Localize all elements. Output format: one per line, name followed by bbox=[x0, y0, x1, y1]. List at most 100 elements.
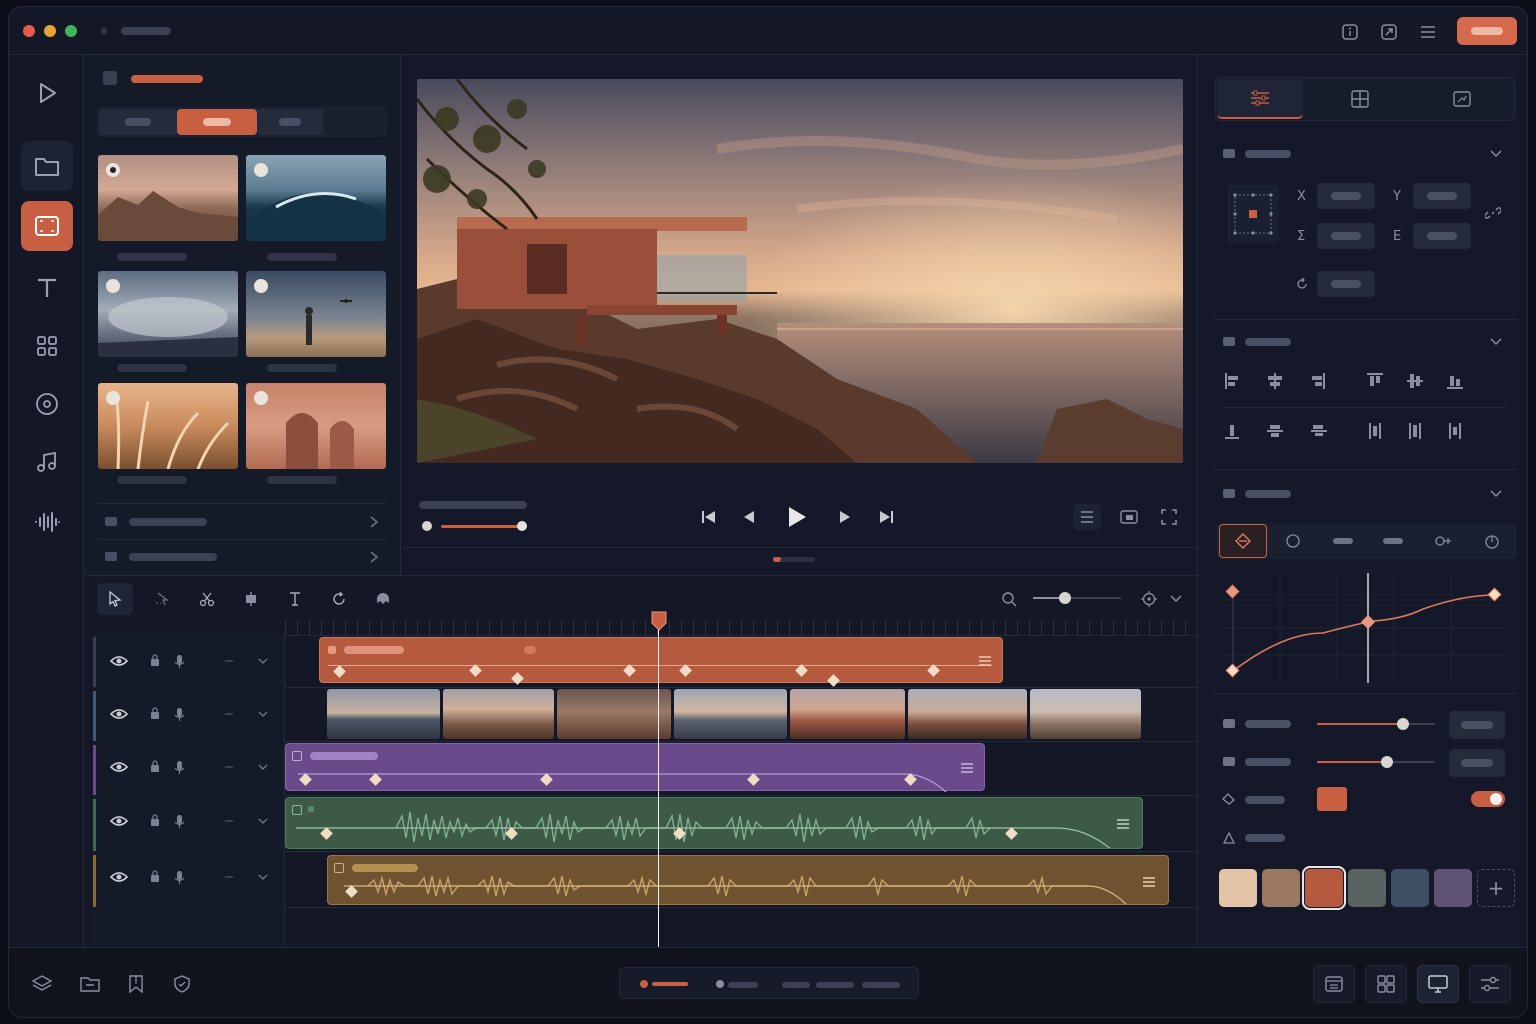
media-frame-icon[interactable] bbox=[21, 201, 73, 251]
waveform-icon[interactable] bbox=[21, 497, 73, 547]
thumb-coastal-rocks[interactable] bbox=[98, 155, 238, 241]
select-tool-icon[interactable] bbox=[97, 583, 133, 615]
info-icon[interactable] bbox=[1339, 21, 1361, 43]
clip-audio-b[interactable] bbox=[327, 855, 1169, 905]
thumb-select-radio[interactable] bbox=[254, 279, 268, 293]
tab-adjust-icon[interactable] bbox=[1217, 79, 1303, 119]
fill-toggle[interactable] bbox=[1471, 791, 1505, 807]
track-header-controls[interactable] bbox=[109, 653, 285, 893]
thumb-select-radio[interactable] bbox=[254, 391, 268, 405]
color-swatch-lavender[interactable] bbox=[1434, 869, 1472, 907]
snap-icon[interactable] bbox=[1135, 585, 1163, 613]
position-y-field[interactable] bbox=[1413, 183, 1471, 209]
export-icon[interactable] bbox=[1378, 21, 1400, 43]
add-swatch-button[interactable]: + bbox=[1477, 869, 1515, 907]
monitor-icon[interactable] bbox=[1417, 965, 1459, 1003]
color-swatch-slate[interactable] bbox=[1391, 869, 1429, 907]
export-button[interactable] bbox=[1457, 17, 1517, 45]
skip-start-icon[interactable] bbox=[697, 505, 721, 529]
volume-slider-handle[interactable] bbox=[517, 521, 527, 531]
thumb-select-radio[interactable] bbox=[106, 391, 120, 405]
music-icon[interactable] bbox=[21, 437, 73, 487]
media-folder-row[interactable] bbox=[97, 507, 387, 537]
clip-overlay[interactable] bbox=[285, 743, 985, 792]
thumb-arch-corridor[interactable] bbox=[246, 383, 386, 469]
step-forward-icon[interactable] bbox=[833, 505, 857, 529]
position-x-field[interactable] bbox=[1317, 183, 1375, 209]
thumb-select-radio[interactable] bbox=[106, 279, 120, 293]
disc-icon[interactable] bbox=[21, 379, 73, 429]
blend-slider-handle[interactable] bbox=[1381, 756, 1393, 768]
zoom-fit-icon[interactable] bbox=[995, 585, 1023, 613]
zoom-window-button[interactable] bbox=[65, 25, 77, 37]
chevron-down-icon[interactable] bbox=[1165, 587, 1187, 611]
timeline-ruler[interactable] bbox=[285, 621, 1197, 635]
distribute-buttons-row[interactable] bbox=[1223, 421, 1467, 441]
color-swatch-terracotta[interactable] bbox=[1302, 866, 1346, 910]
collapse-transform-icon[interactable] bbox=[1487, 145, 1505, 163]
thumb-clouds[interactable] bbox=[98, 271, 238, 357]
minimize-window-button[interactable] bbox=[44, 25, 56, 37]
collapse-align-icon[interactable] bbox=[1487, 333, 1505, 351]
page-dot[interactable] bbox=[716, 980, 724, 988]
close-window-button[interactable] bbox=[23, 25, 35, 37]
grid-view-icon[interactable] bbox=[1365, 965, 1407, 1003]
color-swatch-sage[interactable] bbox=[1348, 869, 1386, 907]
tab-layout-icon[interactable] bbox=[1317, 79, 1403, 119]
play-button-icon[interactable] bbox=[781, 501, 813, 533]
project-folder-icon[interactable] bbox=[77, 971, 103, 997]
clip-audio-a[interactable] bbox=[285, 797, 1143, 849]
range-select-icon[interactable] bbox=[149, 585, 177, 613]
link-icon[interactable] bbox=[1483, 203, 1503, 223]
playhead-handle[interactable] bbox=[651, 611, 667, 631]
clip-title[interactable] bbox=[319, 637, 1003, 683]
thumb-select-radio[interactable] bbox=[254, 163, 268, 177]
rotation-field[interactable] bbox=[1317, 271, 1375, 297]
grid-icon[interactable] bbox=[21, 321, 73, 371]
tab-all[interactable] bbox=[99, 109, 177, 135]
thumb-ocean-wave[interactable] bbox=[246, 155, 386, 241]
tab-audio[interactable] bbox=[325, 109, 385, 135]
tab-images[interactable] bbox=[257, 109, 323, 135]
thumb-select-radio[interactable] bbox=[106, 163, 120, 177]
blend-value-field[interactable] bbox=[1449, 749, 1505, 777]
tab-effects-icon[interactable] bbox=[1419, 79, 1505, 119]
text-tool-icon[interactable] bbox=[281, 585, 309, 613]
play-icon[interactable] bbox=[21, 71, 73, 115]
thumb-drone-figure[interactable] bbox=[246, 271, 386, 357]
easing-curve-graph[interactable] bbox=[1223, 573, 1509, 683]
easing-custom-icon[interactable] bbox=[1419, 524, 1467, 558]
page-dot-active[interactable] bbox=[640, 980, 648, 988]
easing-timer-icon[interactable] bbox=[1469, 524, 1515, 558]
tab-video[interactable] bbox=[177, 109, 257, 135]
thumb-pampas-grass[interactable] bbox=[98, 383, 238, 469]
razor-tool-icon[interactable] bbox=[193, 585, 221, 613]
anchor-point-grid[interactable] bbox=[1227, 185, 1279, 243]
folder-icon[interactable] bbox=[21, 141, 73, 191]
scale-width-field[interactable] bbox=[1317, 223, 1375, 249]
list-view-icon[interactable] bbox=[1073, 504, 1101, 530]
sliders-icon[interactable] bbox=[1469, 965, 1511, 1003]
mask-tool-icon[interactable] bbox=[369, 585, 397, 613]
collapse-easing-icon[interactable] bbox=[1487, 485, 1505, 503]
easing-keyframe-icon[interactable] bbox=[1219, 524, 1267, 558]
skip-end-icon[interactable] bbox=[874, 505, 898, 529]
volume-knob[interactable] bbox=[422, 521, 432, 531]
opacity-value-field[interactable] bbox=[1449, 711, 1505, 739]
volume-slider[interactable] bbox=[441, 525, 523, 528]
color-swatch-clay[interactable] bbox=[1262, 869, 1300, 907]
shield-icon[interactable] bbox=[169, 971, 195, 997]
menu-icon[interactable] bbox=[1417, 21, 1439, 43]
preview-frame[interactable] bbox=[417, 79, 1183, 463]
text-icon[interactable] bbox=[21, 263, 73, 313]
easing-ease-icon[interactable] bbox=[1369, 524, 1417, 558]
opacity-slider-handle[interactable] bbox=[1397, 718, 1409, 730]
bookmark-icon[interactable] bbox=[123, 971, 149, 997]
clip-video-filmstrip[interactable] bbox=[327, 689, 1143, 739]
fill-color-swatch[interactable] bbox=[1317, 787, 1347, 811]
easing-circle-icon[interactable] bbox=[1269, 524, 1317, 558]
zoom-slider-handle[interactable] bbox=[1059, 592, 1071, 604]
easing-linear-icon[interactable] bbox=[1319, 524, 1367, 558]
layers-icon[interactable] bbox=[29, 971, 55, 997]
slip-tool-icon[interactable] bbox=[237, 585, 265, 613]
